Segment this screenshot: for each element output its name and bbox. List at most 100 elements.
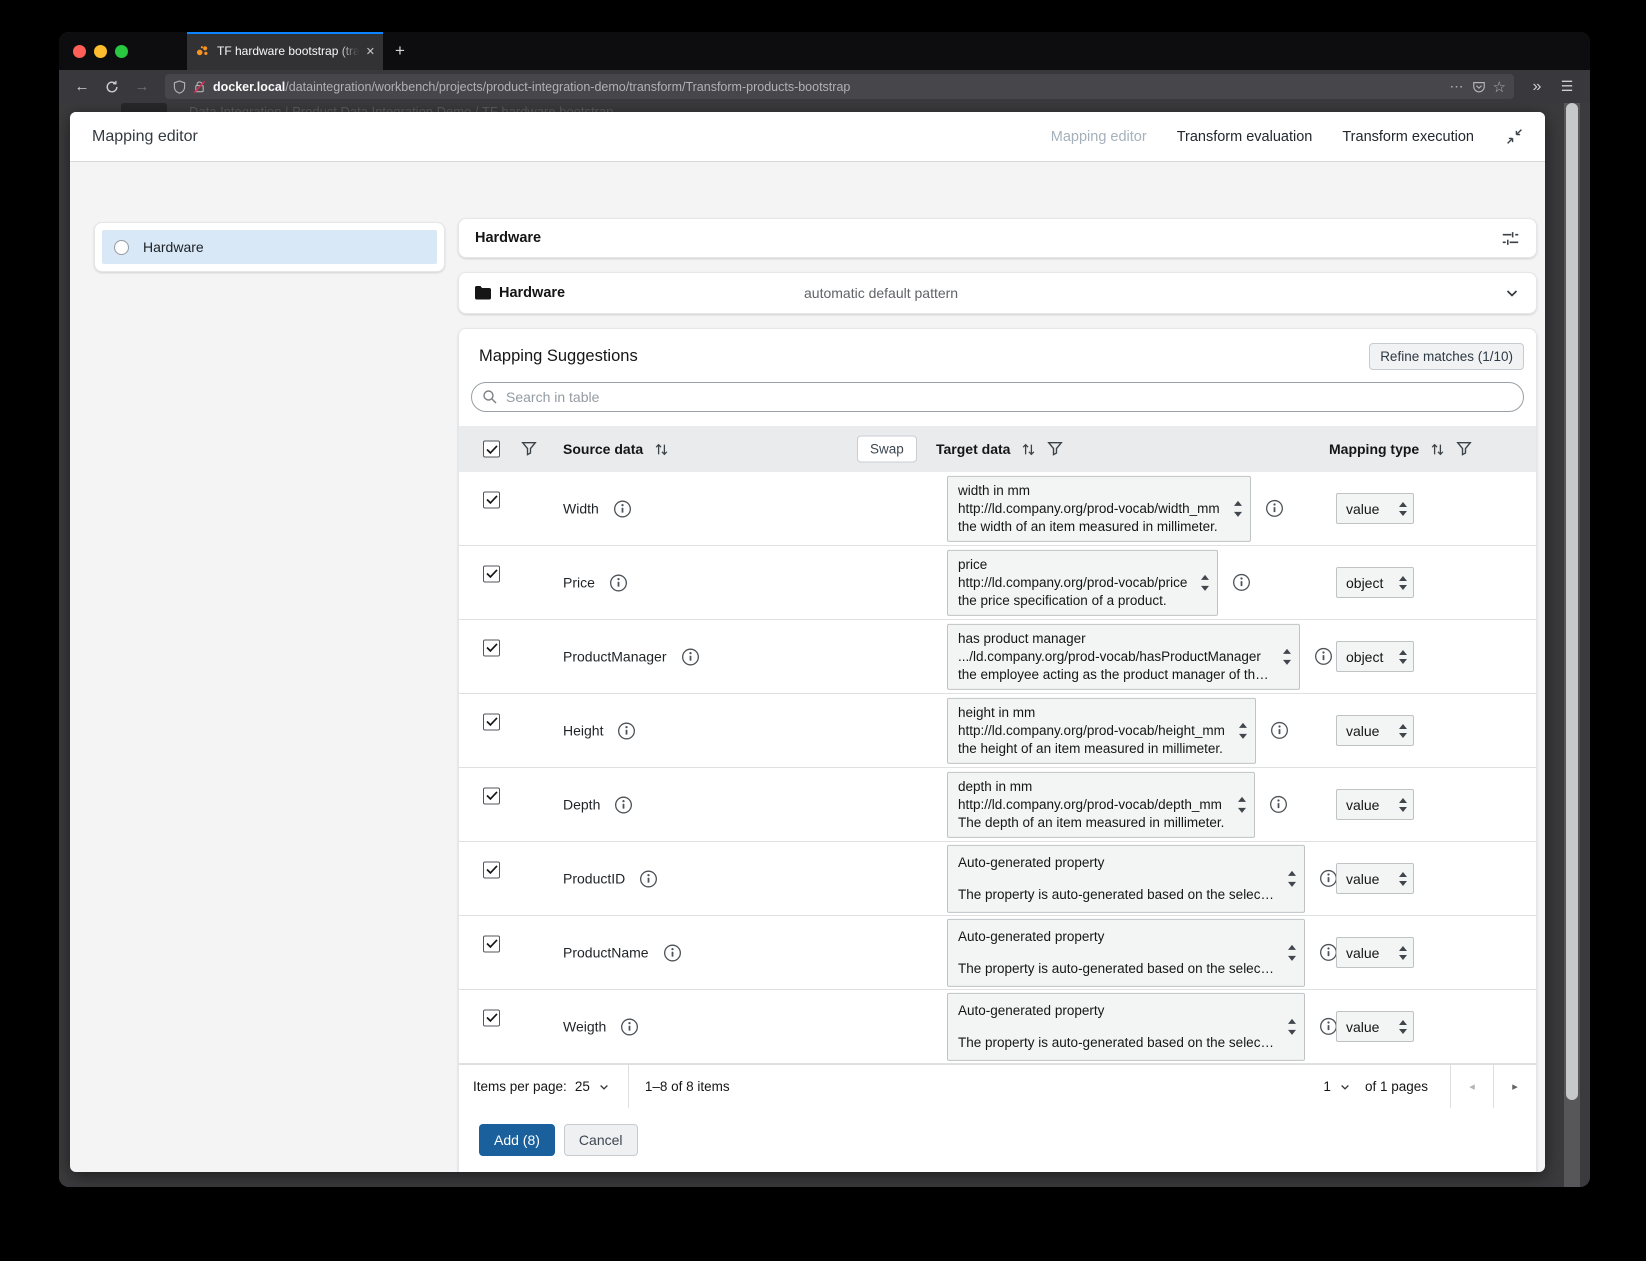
mapping-type-select[interactable]: value [1336, 789, 1414, 820]
info-icon[interactable] [1232, 573, 1251, 592]
info-icon[interactable] [1270, 721, 1289, 740]
info-icon[interactable] [620, 1017, 639, 1036]
mapping-type-select[interactable]: value [1336, 493, 1414, 524]
stepper-icon[interactable] [1288, 1019, 1296, 1035]
target-data-select[interactable]: Auto-generated property The property is … [947, 918, 1305, 986]
info-icon[interactable] [663, 943, 682, 962]
stepper-icon[interactable] [1399, 724, 1407, 738]
chevron-down-icon[interactable] [1504, 285, 1520, 301]
mapping-type-select[interactable]: value [1336, 863, 1414, 894]
row-checkbox[interactable] [483, 787, 500, 804]
refine-matches-button[interactable]: Refine matches (1/10) [1369, 343, 1524, 370]
target-data-select[interactable]: height in mm http://ld.company.org/prod-… [947, 697, 1256, 763]
target-data-select[interactable]: price http://ld.company.org/prod-vocab/p… [947, 549, 1218, 615]
table-row: Depth depth in mm http://ld.company.org/… [459, 768, 1536, 842]
mapping-filter-icon[interactable] [1456, 441, 1472, 457]
minimize-window-button[interactable] [94, 45, 107, 58]
info-icon[interactable] [1269, 795, 1288, 814]
scrollbar-thumb[interactable] [1566, 103, 1578, 1100]
settings-adjust-icon[interactable] [1501, 229, 1520, 248]
select-all-checkbox[interactable] [483, 441, 500, 458]
stepper-icon[interactable] [1399, 502, 1407, 516]
stepper-icon[interactable] [1234, 500, 1242, 516]
stepper-icon[interactable] [1399, 872, 1407, 886]
cancel-button[interactable]: Cancel [564, 1124, 638, 1156]
sort-icon[interactable] [1020, 442, 1037, 457]
stepper-icon[interactable] [1288, 945, 1296, 961]
row-checkbox[interactable] [483, 1009, 500, 1026]
add-button[interactable]: Add (8) [479, 1124, 555, 1156]
row-checkbox[interactable] [483, 491, 500, 508]
insecure-lock-icon[interactable] [193, 80, 206, 94]
row-checkbox[interactable] [483, 565, 500, 582]
info-icon[interactable] [1265, 499, 1284, 518]
pattern-row-card[interactable]: Hardware automatic default pattern [458, 272, 1537, 314]
stepper-icon[interactable] [1201, 574, 1209, 590]
target-data-select[interactable]: width in mm http://ld.company.org/prod-v… [947, 475, 1251, 541]
table-row: Price price http://ld.company.org/prod-v… [459, 546, 1536, 620]
tab-transform-execution[interactable]: Transform execution [1342, 129, 1474, 145]
row-checkbox[interactable] [483, 861, 500, 878]
stepper-icon[interactable] [1399, 798, 1407, 812]
items-per-page-select[interactable]: Items per page: 25 [459, 1065, 628, 1108]
hamburger-menu-icon[interactable]: ☰ [1554, 78, 1580, 95]
mapping-type-select[interactable]: object [1336, 641, 1414, 672]
target-data-select[interactable]: Auto-generated property The property is … [947, 844, 1305, 912]
row-checkbox[interactable] [483, 935, 500, 952]
target-data-select[interactable]: has product manager .../ld.company.org/p… [947, 623, 1300, 689]
stepper-icon[interactable] [1399, 1020, 1407, 1034]
info-icon[interactable] [609, 573, 628, 592]
pocket-icon[interactable] [1472, 80, 1486, 94]
info-icon[interactable] [617, 721, 636, 740]
page-select[interactable]: 1 [1309, 1079, 1365, 1094]
close-window-button[interactable] [73, 45, 86, 58]
sidebar-item-hardware[interactable]: Hardware [102, 230, 437, 264]
radio-icon[interactable] [114, 240, 129, 255]
mapping-type-select[interactable]: value [1336, 937, 1414, 968]
stepper-icon[interactable] [1399, 946, 1407, 960]
stepper-icon[interactable] [1399, 650, 1407, 664]
maximize-window-button[interactable] [115, 45, 128, 58]
page-scrollbar[interactable] [1564, 103, 1580, 1187]
tab-transform-evaluation[interactable]: Transform evaluation [1177, 129, 1313, 145]
search-input[interactable] [471, 382, 1524, 412]
info-icon[interactable] [681, 647, 700, 666]
target-data-select[interactable]: depth in mm http://ld.company.org/prod-v… [947, 771, 1255, 837]
info-icon[interactable] [1314, 647, 1333, 666]
row-checkbox[interactable] [483, 639, 500, 656]
stepper-icon[interactable] [1238, 796, 1246, 812]
tab-close-icon[interactable]: ✕ [366, 45, 375, 58]
reload-button[interactable] [99, 80, 125, 94]
tracking-protection-shield-icon[interactable] [173, 80, 186, 94]
bookmark-star-icon[interactable]: ☆ [1493, 78, 1506, 96]
info-icon[interactable] [639, 869, 658, 888]
sort-icon[interactable] [653, 442, 670, 457]
previous-page-button[interactable]: ◂ [1451, 1065, 1493, 1108]
swap-button[interactable]: Swap [857, 436, 917, 463]
next-page-button[interactable]: ▸ [1494, 1065, 1536, 1108]
browser-tab[interactable]: TF hardware bootstrap (transfo ✕ [187, 32, 383, 70]
target-filter-icon[interactable] [1047, 441, 1063, 457]
overflow-menu-icon[interactable]: » [1524, 78, 1550, 96]
back-button[interactable]: ← [69, 78, 95, 95]
source-label: Depth [563, 797, 600, 813]
info-icon[interactable] [613, 499, 632, 518]
source-filter-icon[interactable] [521, 441, 537, 457]
url-bar[interactable]: docker.local/dataintegration/workbench/p… [165, 74, 1514, 99]
stepper-icon[interactable] [1288, 871, 1296, 887]
mapping-type-select[interactable]: value [1336, 715, 1414, 746]
source-label: Price [563, 575, 595, 591]
forward-button[interactable]: → [129, 78, 155, 95]
target-data-select[interactable]: Auto-generated property The property is … [947, 992, 1305, 1060]
stepper-icon[interactable] [1399, 576, 1407, 590]
sort-icon[interactable] [1429, 442, 1446, 457]
collapse-modal-icon[interactable] [1506, 128, 1523, 145]
new-tab-button[interactable]: + [383, 32, 417, 70]
stepper-icon[interactable] [1283, 648, 1291, 664]
mapping-type-select[interactable]: object [1336, 567, 1414, 598]
stepper-icon[interactable] [1239, 722, 1247, 738]
info-icon[interactable] [614, 795, 633, 814]
row-checkbox[interactable] [483, 713, 500, 730]
mapping-type-select[interactable]: value [1336, 1011, 1414, 1042]
page-actions-icon[interactable]: ⋯ [1450, 78, 1465, 95]
